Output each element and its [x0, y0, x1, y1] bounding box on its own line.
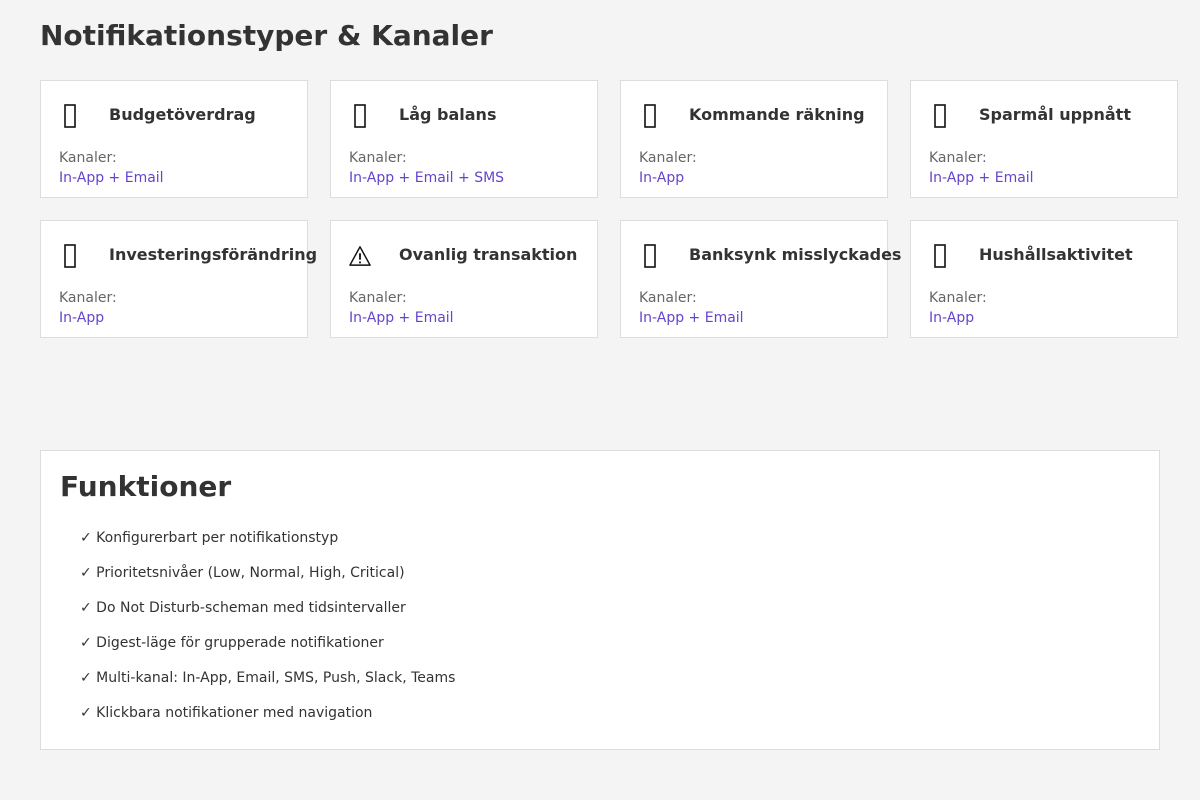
missing-glyph-icon — [59, 241, 81, 271]
channels-label: Kanaler: — [349, 290, 407, 306]
channels-value: In-App + Email + SMS — [349, 170, 505, 186]
missing-glyph-icon — [929, 241, 951, 271]
notification-type-title: Sparmål uppnått — [979, 105, 1131, 124]
channels-value: In-App — [59, 310, 105, 326]
feature-item: ✓ Konfigurerbart per notifikationstyp — [80, 530, 339, 546]
notification-type-card[interactable]: Ovanlig transaktion Kanaler: In-App + Em… — [330, 220, 598, 338]
feature-item: ✓ Multi-kanal: In-App, Email, SMS, Push,… — [80, 670, 456, 686]
missing-glyph-icon — [59, 101, 81, 131]
features-panel: Funktioner ✓ Konfigurerbart per notifika… — [40, 450, 1160, 750]
channels-label: Kanaler: — [59, 150, 117, 166]
missing-glyph-icon — [349, 101, 371, 131]
notification-type-card[interactable]: Investeringsförändring Kanaler: In-App — [40, 220, 317, 338]
channels-label: Kanaler: — [639, 150, 697, 166]
channels-label: Kanaler: — [59, 290, 117, 306]
feature-item: ✓ Do Not Disturb-scheman med tidsinterva… — [80, 600, 406, 616]
missing-glyph-icon — [929, 101, 951, 131]
channels-value: In-App + Email — [59, 170, 164, 186]
notification-type-card[interactable]: Banksynk misslyckades Kanaler: In-App + … — [620, 220, 901, 338]
features-list: ✓ Konfigurerbart per notifikationstyp ✓ … — [80, 527, 455, 737]
channels-value: In-App + Email — [349, 310, 454, 326]
channels-value: In-App + Email — [929, 170, 1034, 186]
page-title: Notifikationstyper & Kanaler — [40, 19, 493, 52]
channels-label: Kanaler: — [349, 150, 407, 166]
notification-type-title: Budgetöverdrag — [109, 105, 256, 124]
channels-label: Kanaler: — [929, 150, 987, 166]
notification-type-title: Banksynk misslyckades — [689, 245, 902, 264]
channels-value: In-App — [929, 310, 975, 326]
notification-type-title: Låg balans — [399, 105, 497, 124]
channels-label: Kanaler: — [639, 290, 697, 306]
notification-type-card[interactable]: Budgetöverdrag Kanaler: In-App + Email — [40, 80, 308, 198]
warning-icon — [349, 241, 371, 271]
channels-value: In-App — [639, 170, 685, 186]
feature-item: ✓ Digest-läge för grupperade notifikatio… — [80, 635, 384, 651]
features-heading: Funktioner — [60, 470, 232, 503]
missing-glyph-icon — [639, 241, 661, 271]
notification-type-card[interactable]: Sparmål uppnått Kanaler: In-App + Email — [910, 80, 1178, 198]
notification-type-title: Hushållsaktivitet — [979, 245, 1133, 264]
notification-type-title: Ovanlig transaktion — [399, 245, 578, 264]
notification-type-title: Kommande räkning — [689, 105, 865, 124]
notification-type-card[interactable]: Låg balans Kanaler: In-App + Email + SMS — [330, 80, 598, 198]
notification-type-title: Investeringsförändring — [109, 245, 318, 264]
channels-value: In-App + Email — [639, 310, 744, 326]
notification-type-card[interactable]: Kommande räkning Kanaler: In-App — [620, 80, 888, 198]
notification-type-card[interactable]: Hushållsaktivitet Kanaler: In-App — [910, 220, 1178, 338]
channels-label: Kanaler: — [929, 290, 987, 306]
feature-item: ✓ Prioritetsnivåer (Low, Normal, High, C… — [80, 565, 405, 581]
feature-item: ✓ Klickbara notifikationer med navigatio… — [80, 705, 373, 721]
missing-glyph-icon — [639, 101, 661, 131]
